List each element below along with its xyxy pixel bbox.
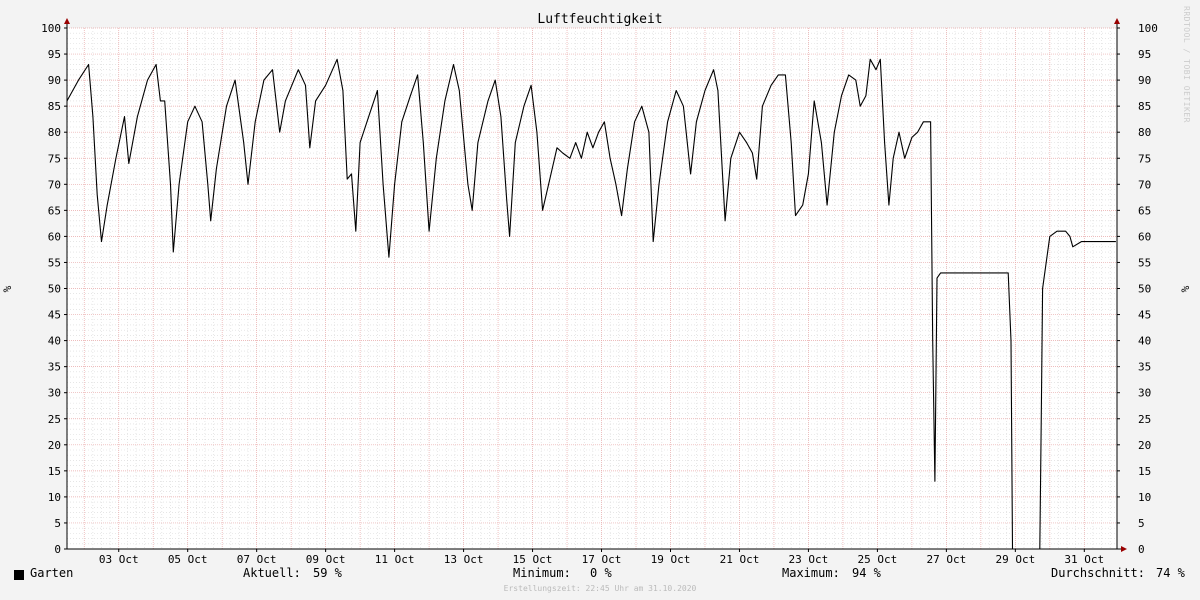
- x-tick-label: 31 Oct: [1064, 553, 1104, 566]
- x-tick-label: 03 Oct: [99, 553, 139, 566]
- y-tick-label-right: 20: [1138, 439, 1151, 452]
- x-axis-arrow: [1121, 546, 1127, 552]
- average-label: Durchschnitt:: [1051, 566, 1145, 580]
- y-tick-label-right: 0: [1138, 543, 1145, 556]
- x-tick-label: 27 Oct: [926, 553, 966, 566]
- y-tick-label-left: 0: [54, 543, 61, 556]
- minimum-label: Minimum:: [513, 566, 571, 580]
- y-tick-label-right: 50: [1138, 283, 1151, 296]
- y-tick-label-right: 80: [1138, 126, 1151, 139]
- current-label: Aktuell:: [243, 566, 301, 580]
- y-tick-label-right: 40: [1138, 335, 1151, 348]
- maximum-label: Maximum:: [782, 566, 840, 580]
- y-tick-label-right: 5: [1138, 517, 1145, 530]
- chart-window: Luftfeuchtigkeit % % 0 5 10 15 20 25 30 35 40 45 5…: [0, 0, 1200, 600]
- x-tick-label: 15 Oct: [513, 553, 553, 566]
- y-tick-label-left: 25: [48, 413, 61, 426]
- y-tick-label-right: 95: [1138, 48, 1151, 61]
- y-axis-arrow-right: [1114, 18, 1120, 24]
- y-tick-label-left: 85: [48, 100, 61, 113]
- y-tick-label-right: 10: [1138, 491, 1151, 504]
- y-tick-label-left: 10: [48, 491, 61, 504]
- y-tick-label-right: 100: [1138, 22, 1158, 35]
- average-value: 74 %: [1156, 566, 1185, 580]
- x-tick-label: 23 Oct: [789, 553, 829, 566]
- y-tick-label-left: 45: [48, 309, 61, 322]
- y-tick-label-right: 35: [1138, 361, 1151, 374]
- x-tick-label: 29 Oct: [995, 553, 1035, 566]
- y-tick-label-left: 55: [48, 256, 61, 269]
- y-tick-label-left: 90: [48, 74, 61, 87]
- y-tick-label-left: 50: [48, 283, 61, 296]
- y-tick-label-left: 5: [54, 517, 61, 530]
- y-tick-label-right: 70: [1138, 178, 1151, 191]
- y-tick-label-right: 65: [1138, 204, 1151, 217]
- y-axis-label-left: %: [1, 285, 14, 292]
- y-tick-label-right: 30: [1138, 387, 1151, 400]
- x-tick-label: 21 Oct: [720, 553, 760, 566]
- chart-canvas: Luftfeuchtigkeit % % 0 5 10 15 20 25 30 35 40 45 5…: [1, 12, 1192, 566]
- y-tick-label-left: 35: [48, 361, 61, 374]
- x-tick-label: 13 Oct: [444, 553, 484, 566]
- y-tick-label-left: 40: [48, 335, 61, 348]
- y-tick-label-right: 75: [1138, 152, 1151, 165]
- y-axis-label-right: %: [1179, 285, 1192, 292]
- y-tick-label-left: 20: [48, 439, 61, 452]
- y-tick-label-left: 15: [48, 465, 61, 478]
- y-tick-label-right: 55: [1138, 256, 1151, 269]
- y-tick-label-left: 70: [48, 178, 61, 191]
- x-tick-label: 05 Oct: [168, 553, 208, 566]
- x-tick-label: 11 Oct: [375, 553, 415, 566]
- x-tick-label: 07 Oct: [237, 553, 277, 566]
- legend: Garten Aktuell: 59 % Minimum: 0 % Maximu…: [0, 566, 1200, 586]
- y-tick-label-left: 60: [48, 230, 61, 243]
- y-tick-label-right: 25: [1138, 413, 1151, 426]
- current-value: 59 %: [313, 566, 342, 580]
- watermark: RRDTOOL / TOBI OETIKER: [1182, 6, 1191, 123]
- y-tick-label-left: 95: [48, 48, 61, 61]
- y-tick-label-right: 60: [1138, 230, 1151, 243]
- y-tick-label-right: 90: [1138, 74, 1151, 87]
- chart-title: Luftfeuchtigkeit: [537, 12, 662, 27]
- footer-timestamp: Erstellungszeit: 22:45 Uhr am 31.10.2020: [503, 584, 697, 593]
- x-tick-label: 09 Oct: [306, 553, 346, 566]
- y-tick-label-left: 80: [48, 126, 61, 139]
- maximum-value: 94 %: [852, 566, 881, 580]
- x-tick-label: 25 Oct: [858, 553, 898, 566]
- y-tick-label-left: 100: [41, 22, 61, 35]
- y-axis-arrow-left: [64, 18, 70, 24]
- y-tick-label-right: 85: [1138, 100, 1151, 113]
- x-tick-label: 19 Oct: [651, 553, 691, 566]
- y-tick-label-left: 75: [48, 152, 61, 165]
- y-tick-label-left: 65: [48, 204, 61, 217]
- minimum-value: 0 %: [590, 566, 612, 580]
- x-tick-label: 17 Oct: [582, 553, 622, 566]
- legend-series-name: Garten: [30, 566, 74, 580]
- y-tick-label-right: 15: [1138, 465, 1151, 478]
- y-tick-label-left: 30: [48, 387, 61, 400]
- y-tick-label-right: 45: [1138, 309, 1151, 322]
